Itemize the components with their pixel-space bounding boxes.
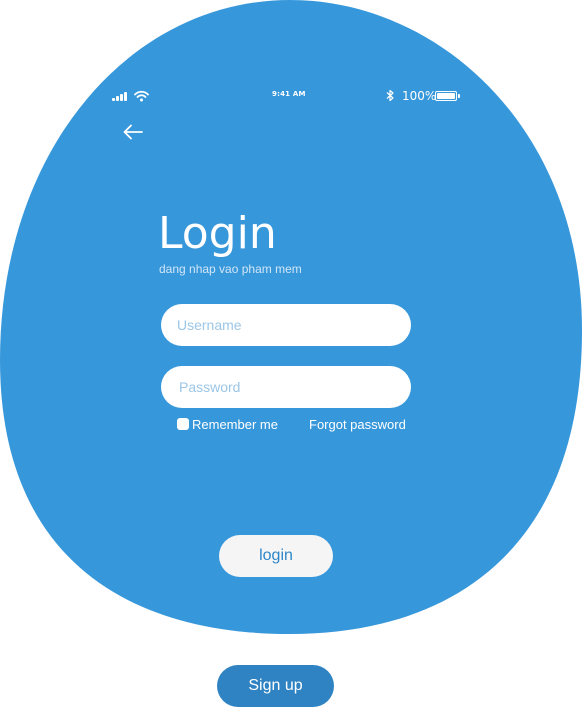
remember-me-checkbox[interactable]: Remember me xyxy=(177,416,278,432)
signup-button[interactable]: Sign up xyxy=(217,665,334,707)
status-bar: 9:41 AM 100% xyxy=(112,88,462,106)
page-title: Login xyxy=(158,208,277,259)
login-screen: 9:41 AM 100% Login dang nhap vao pham me… xyxy=(0,0,582,707)
arrow-left-icon[interactable] xyxy=(121,121,145,143)
battery-tip xyxy=(458,94,460,98)
remember-me-label: Remember me xyxy=(192,416,278,432)
bluetooth-icon xyxy=(386,89,394,102)
battery-percent: 100% xyxy=(402,89,437,103)
login-button[interactable]: login xyxy=(219,535,333,577)
cellular-signal-icon xyxy=(112,92,130,101)
status-time: 9:41 AM xyxy=(272,90,306,98)
username-input[interactable] xyxy=(161,304,411,346)
wifi-icon xyxy=(134,90,149,102)
battery-icon xyxy=(435,91,457,101)
page-subtitle: dang nhap vao pham mem xyxy=(159,262,302,276)
password-input[interactable] xyxy=(161,366,411,408)
checkbox-box[interactable] xyxy=(177,418,189,430)
forgot-password-link[interactable]: Forgot password xyxy=(309,417,406,432)
